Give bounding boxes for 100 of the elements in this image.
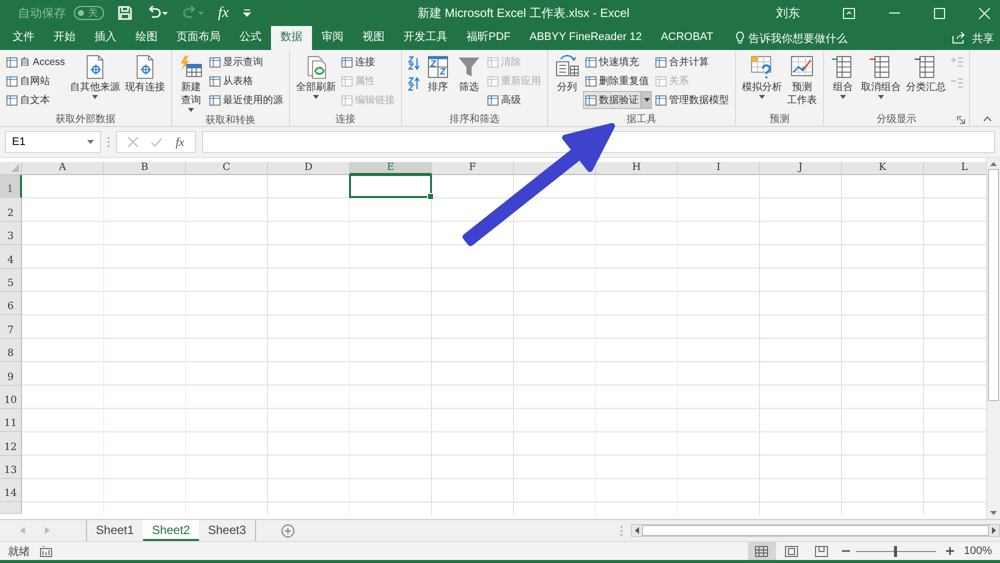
insert-function-button[interactable]: fx (176, 134, 184, 150)
scroll-up-icon[interactable] (990, 162, 997, 166)
column-header[interactable]: K (842, 162, 924, 175)
column-header[interactable]: A (22, 162, 104, 175)
row-header[interactable]: 11 (0, 408, 22, 432)
zoom-slider-thumb[interactable] (894, 546, 897, 556)
ribbon-button[interactable]: 自其他来源 (68, 53, 122, 111)
ribbon-button[interactable]: 组合 (828, 53, 858, 111)
maximize-icon[interactable] (934, 8, 945, 18)
insert-function-button[interactable]: fx (218, 4, 229, 22)
row-header[interactable]: 9 (0, 362, 22, 386)
column-header[interactable]: B (104, 162, 186, 175)
close-icon[interactable] (979, 8, 990, 18)
ribbon-button[interactable]: 高级 (485, 91, 524, 109)
macro-record-icon[interactable] (40, 546, 52, 556)
row-header[interactable]: 14 (0, 479, 22, 502)
ribbon-button[interactable]: 现有连接 (123, 53, 168, 111)
add-sheet-icon[interactable] (281, 524, 295, 538)
ribbon-display-icon[interactable] (843, 8, 855, 18)
ribbon-button[interactable]: 新建 查询 (176, 53, 206, 113)
ribbon-button[interactable]: 连接 (339, 53, 378, 71)
row-header[interactable]: 8 (0, 338, 22, 362)
save-icon[interactable] (118, 6, 132, 20)
dropdown-button[interactable] (641, 91, 652, 109)
column-header[interactable]: E (350, 162, 432, 175)
column-header[interactable]: H (596, 162, 678, 175)
row-header[interactable]: 12 (0, 432, 22, 456)
collapse-ribbon-icon[interactable] (983, 116, 992, 122)
ribbon-button[interactable]: 最近使用的源 (207, 91, 286, 109)
ribbon-tab[interactable]: 审阅 (312, 26, 353, 50)
ribbon-tab[interactable]: 开发工具 (394, 26, 457, 50)
ribbon-button[interactable]: 显示查询 (207, 53, 266, 71)
normal-view-button[interactable] (748, 542, 776, 560)
ribbon-button[interactable]: 分类汇总 (904, 53, 948, 111)
column-header[interactable]: I (678, 162, 760, 175)
ribbon-button[interactable]: 分列 (552, 53, 582, 111)
ribbon-button[interactable]: 管理数据模型 (653, 91, 732, 109)
row-header[interactable]: 10 (0, 386, 22, 409)
column-header[interactable]: F (432, 162, 514, 175)
ribbon-tab[interactable]: 开始 (44, 26, 85, 50)
row-header[interactable]: 6 (0, 292, 22, 316)
active-cell[interactable] (349, 174, 432, 198)
ribbon-button[interactable]: 合并计算 (653, 53, 712, 71)
vertical-scrollbar[interactable] (986, 158, 1000, 519)
ribbon-button[interactable]: 取消组合 (859, 53, 904, 111)
group-label: 预测 (770, 112, 790, 126)
ribbon-tab[interactable]: ABBYY FineReader 12 (520, 26, 652, 50)
column-header[interactable]: D (268, 162, 350, 175)
share-icon[interactable] (952, 32, 966, 44)
scroll-left-icon[interactable] (634, 527, 639, 534)
checkmark-icon[interactable] (151, 138, 162, 146)
ribbon-tab[interactable]: 文件 (3, 26, 44, 50)
row-header[interactable]: 13 (0, 456, 22, 480)
ribbon-tab[interactable]: 插入 (85, 26, 126, 50)
column-header[interactable]: C (186, 162, 268, 175)
ribbon-button[interactable]: 自文本 (4, 91, 52, 109)
dialog-launcher-icon[interactable] (957, 116, 966, 124)
zoom-level[interactable]: 100% (964, 545, 992, 557)
horizontal-scrollbar[interactable] (630, 524, 1000, 537)
share-button[interactable]: 共享 (966, 28, 1000, 50)
sheet-tab[interactable]: Sheet2 (142, 520, 199, 541)
name-box[interactable]: E1 (5, 131, 101, 153)
ribbon-tab[interactable]: 公式 (230, 26, 271, 50)
column-header[interactable]: L (924, 162, 986, 175)
undo-icon[interactable] (146, 6, 168, 20)
row-header[interactable]: 7 (0, 315, 22, 339)
ribbon-tab[interactable]: 数据 (271, 26, 312, 50)
ribbon-button[interactable]: 从表格 (207, 72, 256, 90)
zoom-in-icon[interactable] (946, 547, 954, 555)
minimize-icon[interactable] (889, 12, 900, 14)
scroll-right-icon[interactable] (992, 527, 996, 534)
ribbon-button[interactable]: 自 Access (4, 53, 68, 71)
ribbon-tab[interactable]: 绘图 (126, 26, 167, 50)
ribbon-button[interactable]: 预测 工作表 (785, 53, 820, 111)
ribbon-button[interactable]: 数据验证 (583, 91, 642, 109)
row-header[interactable]: 1 (0, 175, 22, 198)
ribbon-button[interactable]: 筛选 (454, 53, 484, 111)
ribbon-button[interactable]: 模拟分析 (740, 53, 784, 111)
row-header[interactable]: 5 (0, 268, 22, 292)
ribbon-tab[interactable]: ACROBAT (651, 26, 723, 50)
ribbon-button[interactable]: 快速填充 (583, 53, 642, 71)
sheet-tab[interactable]: Sheet3 (199, 520, 256, 541)
row-header[interactable]: 4 (0, 245, 22, 269)
ribbon-button[interactable]: 删除重复值 (583, 72, 652, 90)
user-name[interactable]: 刘东 (776, 4, 800, 22)
sheet-tab[interactable]: Sheet1 (86, 520, 143, 541)
ribbon-button[interactable]: 自网站 (4, 72, 52, 90)
ribbon-button[interactable]: 全部刷新 (294, 53, 338, 111)
row-header[interactable]: 2 (0, 198, 22, 222)
ribbon-tab[interactable]: 视图 (353, 26, 394, 50)
customize-caret-icon[interactable] (242, 9, 251, 17)
ribbon-tab[interactable]: 福昕PDF (457, 26, 520, 50)
scroll-down-icon[interactable] (990, 511, 997, 515)
ribbon-button[interactable]: 排序 (423, 53, 454, 111)
row-header[interactable]: 3 (0, 222, 22, 246)
ribbon-tab[interactable]: 页面布局 (167, 26, 230, 50)
tell-me-field[interactable]: 告诉我你想要做什么 (748, 28, 952, 50)
column-header[interactable]: J (760, 162, 842, 175)
formula-input[interactable] (202, 131, 995, 153)
cell-grid[interactable] (22, 175, 986, 515)
